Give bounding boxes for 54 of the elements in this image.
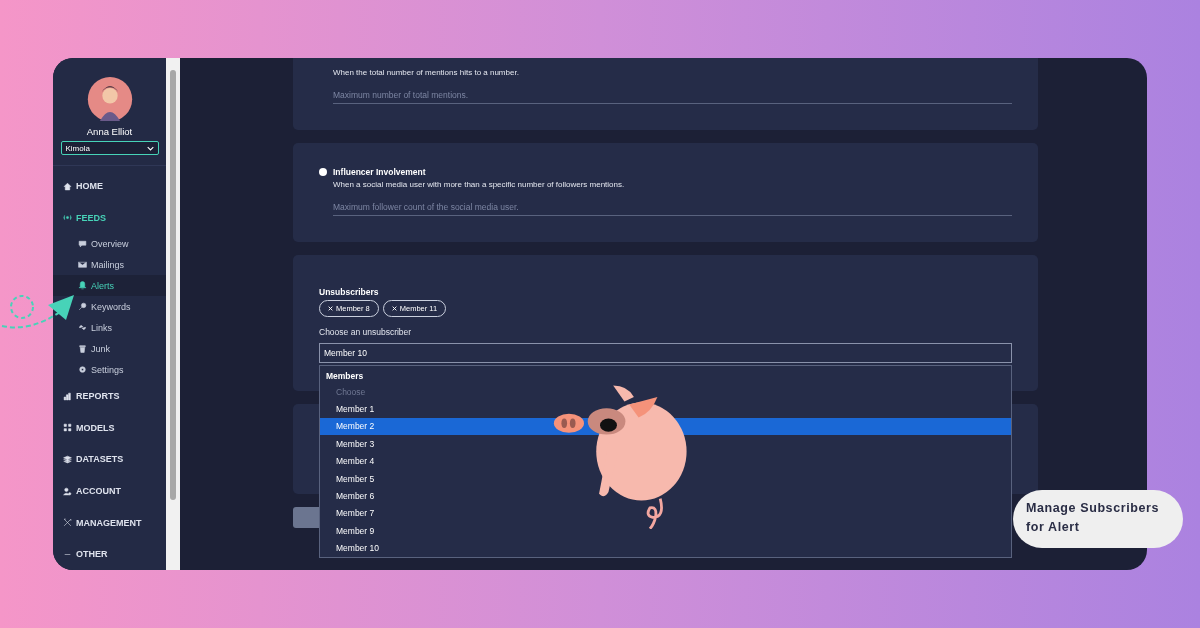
workspace-select[interactable]: Kimola (60, 141, 159, 156)
nav-icon (63, 454, 72, 464)
nav-item[interactable]: Alerts (53, 275, 166, 297)
nav-icon (63, 486, 72, 496)
dropdown-option[interactable]: Member 3 (320, 435, 1011, 453)
nav-item[interactable]: FEEDS (53, 201, 166, 234)
dropdown-option[interactable]: Member 4 (320, 452, 1011, 470)
callout-label: Manage Subscribers for Alert (1013, 490, 1183, 548)
alert-description: When a social media user with more than a specific number of followers mentions. (333, 180, 626, 189)
nav-item[interactable]: Keywords (53, 296, 166, 318)
nav-icon (78, 302, 87, 312)
nav-item[interactable]: Junk (53, 338, 166, 360)
nav-icon (63, 518, 72, 528)
nav-item[interactable]: Mailings (53, 254, 166, 276)
nav-icon (78, 323, 87, 333)
nav-item[interactable]: MANAGEMENT (53, 506, 166, 539)
nav-icon (63, 423, 72, 433)
input-field[interactable]: Maximum follower count of the social media user. (333, 199, 1012, 216)
nav-item[interactable]: HOME (53, 170, 166, 202)
dropdown-option[interactable]: Member 7 (320, 504, 1011, 523)
nav-icon (63, 213, 72, 223)
alert-title: Influencer Involvement (333, 167, 426, 177)
input-field[interactable]: Maximum number of total mentions. (333, 87, 1012, 104)
member-select[interactable]: Member 10 (319, 343, 1012, 363)
nav-icon (78, 239, 87, 249)
nav-icon (78, 281, 87, 291)
scrollbar[interactable] (166, 58, 180, 570)
dropdown-option[interactable]: Member 9 (320, 522, 1011, 540)
field-label: Choose an unsubscriber (319, 327, 413, 337)
nav-item[interactable]: Links (53, 317, 166, 339)
nav-icon (63, 181, 72, 191)
user-name: Anna Elliot (86, 126, 133, 138)
nav-item[interactable]: Overview (53, 233, 166, 255)
nav-item[interactable]: DATASETS (53, 443, 166, 476)
nav-icon (78, 365, 87, 375)
section-title: Unsubscribers (319, 287, 380, 297)
dropdown-option[interactable]: Member 6 (320, 487, 1011, 505)
remove-icon[interactable] (328, 306, 333, 311)
nav-icon (78, 344, 87, 354)
nav-item[interactable]: OTHER (53, 538, 166, 570)
nav-item[interactable]: REPORTS (53, 380, 166, 413)
nav-item[interactable]: ACCOUNT (53, 475, 166, 507)
dropdown-option[interactable]: Member 10 (320, 539, 1011, 557)
radio-button[interactable] (319, 168, 327, 176)
nav-item[interactable]: MODELS (53, 412, 166, 444)
nav-item[interactable]: Settings (53, 359, 166, 381)
dropdown-option[interactable]: Member 1 (320, 400, 1011, 418)
nav-icon (78, 260, 87, 270)
dropdown-option[interactable]: Member 5 (320, 469, 1011, 488)
group-header: Members (325, 370, 365, 383)
nav-icon (63, 391, 72, 401)
alert-description: When the total number of mentions hits to a number. (333, 68, 520, 77)
caret-icon (146, 145, 154, 151)
remove-icon[interactable] (391, 306, 397, 311)
